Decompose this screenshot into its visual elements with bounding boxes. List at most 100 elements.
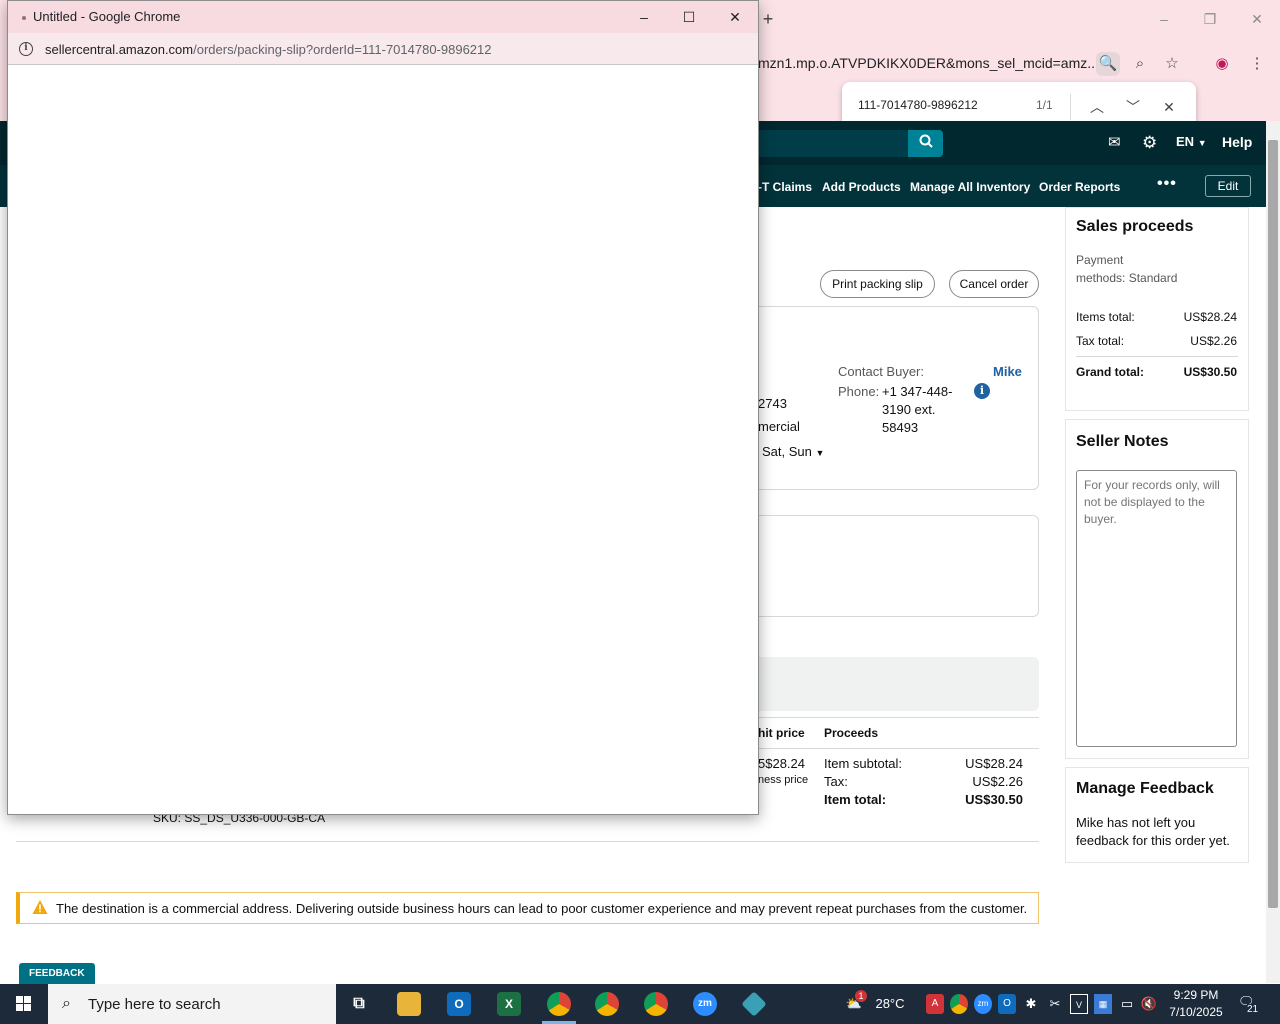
order-contents-header	[758, 657, 1039, 711]
taskbar-excel[interactable]: X	[486, 986, 532, 1022]
popup-url-text: sellercentral.amazon.com/orders/packing-…	[45, 42, 492, 57]
feedback-label: FEEDBACK	[29, 968, 85, 979]
new-tab-button[interactable]: +	[758, 8, 778, 30]
sc-search-input[interactable]	[758, 130, 908, 157]
bg-close-button[interactable]: ✕	[1244, 8, 1270, 30]
taskbar-search-box[interactable]: ⌕ Type here to search	[48, 984, 336, 1024]
task-view-button[interactable]: ⧉	[336, 986, 382, 1022]
feedback-status-line-2: feedback for this order yet.	[1076, 833, 1230, 848]
item-total-label: Item total:	[824, 792, 887, 807]
seller-notes-textarea[interactable]	[1076, 470, 1237, 747]
settings-gear-icon[interactable]: ⚙	[1142, 133, 1157, 153]
tray-tool-icon[interactable]: ✂	[1046, 994, 1064, 1014]
taskbar-chrome-1[interactable]	[536, 986, 582, 1024]
site-info-icon[interactable]: i	[19, 42, 33, 56]
find-previous-icon[interactable]: ︿	[1085, 95, 1109, 119]
grand-total-label: Grand total:	[1076, 365, 1144, 379]
bg-restore-button[interactable]: ❐	[1197, 8, 1223, 30]
sc-search-button[interactable]	[908, 130, 943, 157]
tax-total-label: Tax total:	[1076, 334, 1125, 348]
popup-close-button[interactable]: ✕	[721, 5, 749, 29]
taskbar-clock[interactable]: 9:29 PM 7/10/2025	[1162, 987, 1230, 1021]
delivery-days-dropdown[interactable]: Sat, Sun ▼	[762, 444, 824, 459]
language-selector[interactable]: EN ▼	[1176, 134, 1207, 149]
excel-icon: X	[497, 992, 521, 1016]
popup-title-bar[interactable]: Untitled - Google Chrome – ☐ ✕	[8, 1, 758, 33]
scrollbar-thumb[interactable]	[1268, 140, 1278, 908]
zoom-app-icon: zm	[693, 992, 717, 1016]
start-button[interactable]	[0, 984, 48, 1024]
nav-edit-button[interactable]: Edit	[1205, 175, 1251, 197]
bg-minimize-button[interactable]: –	[1151, 8, 1177, 30]
diamond-app-icon	[741, 991, 767, 1017]
notification-count: 21	[1247, 1004, 1259, 1015]
profile-icon[interactable]: ◉	[1210, 52, 1234, 76]
alert-message: The destination is a commercial address.…	[56, 901, 1028, 916]
tray-grid-icon[interactable]: ▦	[1094, 994, 1112, 1014]
seller-notes-title: Seller Notes	[1076, 433, 1169, 450]
taskbar-chrome-2[interactable]	[584, 986, 630, 1022]
nav-item-add-products[interactable]: Add Products	[822, 180, 901, 194]
volume-muted-icon[interactable]: 🔇	[1140, 994, 1158, 1014]
nav-item-manage-inventory[interactable]: Manage All Inventory	[910, 180, 1030, 194]
taskbar-app-diamond[interactable]	[731, 986, 777, 1022]
windows-logo-icon	[16, 996, 31, 1011]
phone-line-3: 58493	[882, 420, 919, 435]
tax-value: US$2.26	[972, 774, 1023, 789]
column-unit-price: hit price	[758, 726, 805, 740]
commercial-address-alert: The destination is a commercial address.…	[16, 892, 1039, 924]
buyer-name-link[interactable]: Mike	[993, 364, 1022, 379]
zoom-tray-icon[interactable]: zm	[974, 994, 992, 1014]
grand-total-divider	[1076, 356, 1238, 357]
info-icon[interactable]: i	[974, 383, 990, 399]
popup-minimize-button[interactable]: –	[630, 5, 658, 29]
taskbar-zoom[interactable]: zm	[682, 986, 728, 1022]
tray-app-icon[interactable]: ✱	[1022, 994, 1040, 1014]
nav-more-icon[interactable]: •••	[1157, 175, 1177, 193]
cancel-order-button[interactable]: Cancel order	[949, 270, 1039, 298]
chrome-menu-icon[interactable]: ⋮	[1245, 52, 1269, 76]
outlook-tray-icon[interactable]: O	[998, 994, 1016, 1014]
acrobat-tray-icon[interactable]: A	[926, 994, 944, 1014]
help-link[interactable]: Help	[1222, 134, 1252, 150]
popup-url-path: /orders/packing-slip?orderId=111-7014780…	[193, 42, 492, 57]
delivery-days-label: Sat, Sun	[762, 444, 812, 459]
outlook-icon: O	[447, 992, 471, 1016]
item-total-value: US$30.50	[965, 792, 1023, 807]
taskbar-search-placeholder: Type here to search	[88, 996, 221, 1013]
phone-line-2: 3190 ext.	[882, 402, 936, 417]
network-icon[interactable]: ▭	[1118, 994, 1136, 1014]
bg-address-bar[interactable]: mzn1.mp.o.ATVPDKIKX0DER&mons_sel_mcid=am…	[758, 46, 1098, 80]
address-fragment: 2743	[758, 396, 787, 411]
item-subtotal-value: US$28.24	[965, 756, 1023, 771]
feedback-tab[interactable]: FEEDBACK ✕	[19, 963, 95, 1000]
popup-address-bar[interactable]: i sellercentral.amazon.com/orders/packin…	[8, 33, 758, 65]
sales-proceeds-panel	[1065, 207, 1249, 411]
loading-favicon-icon	[22, 16, 26, 20]
bookmark-star-icon[interactable]: ☆	[1160, 52, 1184, 76]
find-close-icon[interactable]: ✕	[1157, 95, 1181, 119]
mail-icon[interactable]: ✉	[1108, 133, 1121, 153]
nav-item-order-reports[interactable]: Order Reports	[1039, 180, 1120, 194]
weather-temperature[interactable]: 28°C	[872, 994, 908, 1014]
find-next-icon[interactable]: ﹀	[1121, 95, 1145, 119]
language-label: EN	[1176, 134, 1195, 149]
print-packing-slip-button[interactable]: Print packing slip	[820, 270, 935, 298]
vpn-tray-icon[interactable]: V	[1070, 994, 1088, 1014]
popup-maximize-button[interactable]: ☐	[675, 5, 703, 29]
chrome-icon	[595, 992, 619, 1016]
zoom-icon[interactable]: ⌕	[1128, 52, 1152, 76]
payment-methods-line-1: Payment	[1076, 253, 1124, 267]
chrome-tray-icon[interactable]	[950, 994, 968, 1014]
task-view-icon: ⧉	[353, 995, 365, 1012]
find-input[interactable]: 111-7014780-9896212	[858, 98, 978, 112]
find-match-count: 1/1	[1036, 98, 1053, 112]
find-divider	[1070, 94, 1071, 120]
nav-item-atoz-claims[interactable]: -T Claims	[758, 180, 812, 194]
popup-url-host: sellercentral.amazon.com	[45, 42, 194, 57]
folder-icon	[397, 992, 421, 1016]
page-search-icon[interactable]: 🔍	[1096, 52, 1120, 76]
taskbar-file-explorer[interactable]	[386, 986, 432, 1022]
taskbar-outlook[interactable]: O	[436, 986, 482, 1022]
taskbar-chrome-3[interactable]	[633, 986, 679, 1022]
